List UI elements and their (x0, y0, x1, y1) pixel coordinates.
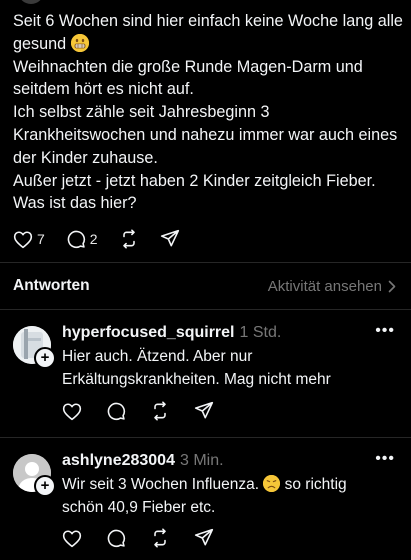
like-button[interactable] (62, 529, 82, 548)
post-line: Ich selbst zähle seit Jahresbeginn 3 (13, 103, 270, 122)
avatar[interactable]: + (13, 454, 56, 497)
comment-button[interactable] (106, 401, 126, 421)
post-line: Außer jetzt - jetzt haben 2 Kinder zeitg… (13, 171, 376, 190)
reply-time: 3 Min. (179, 452, 224, 469)
divider (0, 262, 411, 263)
comment-icon (67, 230, 85, 249)
heart-icon (62, 402, 82, 420)
post-text: Seit 6 Wochen sind hier einfach keine Wo… (13, 10, 405, 215)
comment-count: 2 (89, 231, 98, 247)
share-icon (194, 528, 214, 546)
persevering-face-emoji-icon (263, 475, 281, 492)
comment-button[interactable] (106, 528, 126, 548)
replies-title: Antworten (13, 277, 90, 294)
post-line: der Kinder zuhause. (13, 148, 158, 167)
avatar[interactable]: + (13, 326, 56, 369)
post-line: Weihnachten die große Runde Magen-Darm u… (13, 57, 363, 76)
comment-icon (107, 402, 126, 421)
reply-actions (62, 528, 238, 548)
share-button[interactable] (160, 229, 180, 249)
repost-button[interactable] (119, 229, 139, 249)
replies-header: Antworten Aktivität ansehen (13, 276, 396, 296)
repost-icon (122, 229, 135, 249)
post-line: seitdem hört es nicht auf. (13, 80, 194, 99)
post-line: Seit 6 Wochen sind hier einfach keine Wo… (13, 12, 403, 30)
reply-actions (62, 401, 238, 421)
reply-header: hyperfocused_squirrel 1 Std. (62, 324, 281, 342)
share-button[interactable] (194, 401, 214, 421)
repost-icon (154, 528, 166, 548)
post-line: Was ist das hier? (13, 194, 137, 213)
reply-line: Wir seit 3 Wochen Influenza. so richtig (62, 475, 347, 493)
reply-line: schön 40,9 Fieber etc. (62, 499, 216, 516)
more-options-button[interactable]: ••• (375, 322, 395, 340)
reply-line: Hier auch. Ätzend. Aber nur (62, 348, 253, 365)
more-options-button[interactable]: ••• (375, 450, 395, 468)
repost-button[interactable] (150, 401, 170, 421)
like-button[interactable] (62, 402, 82, 421)
share-button[interactable] (194, 528, 214, 548)
reply-username[interactable]: hyperfocused_squirrel (62, 324, 235, 341)
reply-header: ashlyne283004 3 Min. (62, 452, 224, 470)
post-actions: 7 2 (13, 229, 201, 249)
post-line: Krankheitswochen und nahezu immer war au… (13, 125, 398, 144)
heart-icon (62, 529, 82, 547)
share-icon (194, 401, 214, 419)
follow-plus-icon[interactable]: + (34, 475, 56, 497)
reply-username[interactable]: ashlyne283004 (62, 452, 175, 469)
reply-line: Erkältungskrankheiten. Mag nicht mehr (62, 371, 331, 388)
comment-icon (107, 529, 126, 548)
comment-button[interactable]: 2 (66, 229, 98, 249)
post-line: gesund (13, 33, 405, 56)
reply-text: Hier auch. Ätzend. Aber nur Erkältungskr… (62, 345, 382, 391)
reply-item: + ashlyne283004 3 Min. ••• Wir seit 3 Woc… (0, 438, 411, 560)
view-activity-link[interactable]: Aktivität ansehen (268, 278, 396, 295)
chevron-right-icon (388, 280, 396, 292)
heart-icon (13, 230, 33, 248)
view-activity-label: Aktivität ansehen (267, 277, 382, 295)
like-button[interactable]: 7 (13, 230, 45, 249)
reply-text: Wir seit 3 Wochen Influenza. so richtig … (62, 473, 382, 519)
grimacing-face-emoji-icon (70, 33, 89, 52)
previous-avatar-edge (18, 0, 44, 4)
like-count: 7 (37, 231, 45, 247)
reply-item: + hyperfocused_squirrel 1 Std. ••• Hier a… (0, 310, 411, 437)
repost-button[interactable] (150, 528, 170, 548)
reply-time: 1 Std. (239, 324, 282, 341)
repost-icon (154, 401, 166, 421)
follow-plus-icon[interactable]: + (34, 347, 56, 369)
share-icon (160, 229, 179, 247)
